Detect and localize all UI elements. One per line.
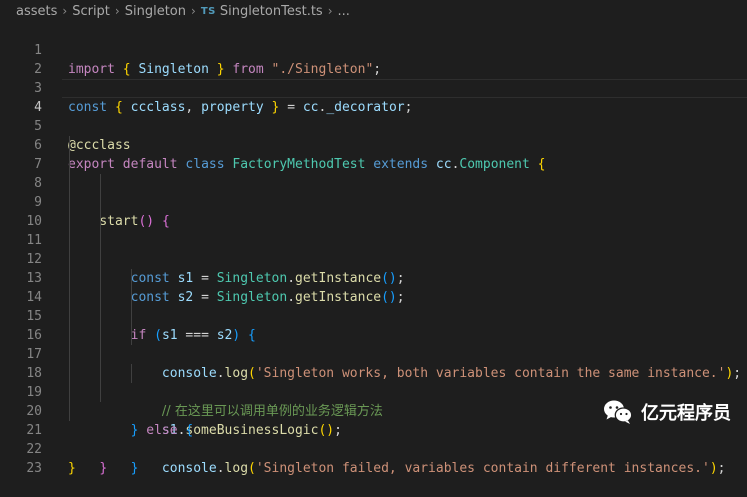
code-line[interactable]: 10 const s1 = Singleton.getInstance(); xyxy=(0,193,747,286)
code-text: console.log('Singleton failed, variables… xyxy=(161,461,726,476)
indent-guide xyxy=(100,212,101,231)
indent-guide xyxy=(69,212,70,231)
indent-guide xyxy=(100,307,101,326)
code-line[interactable]: 16 // 在这里可以调用单例的业务逻辑方法 xyxy=(0,307,747,419)
code-line[interactable]: 18 } else { xyxy=(0,345,747,438)
indent-guide xyxy=(131,307,132,326)
indent-guide xyxy=(69,364,70,383)
wechat-icon xyxy=(604,400,633,424)
indent-guide xyxy=(100,326,101,345)
breadcrumb-item-script[interactable]: Script xyxy=(72,4,110,19)
chevron-right-icon: › xyxy=(62,4,68,18)
code-line-current[interactable]: 4 xyxy=(0,79,747,115)
indent-guide xyxy=(69,155,70,174)
code-text: } xyxy=(68,461,76,476)
code-editor[interactable]: 1 import { Singleton } from "./Singleton… xyxy=(0,22,747,476)
breadcrumb-item-singleton[interactable]: Singleton xyxy=(125,4,186,19)
code-line[interactable]: 19 console.log('Singleton failed, variab… xyxy=(0,364,747,476)
chevron-right-icon: › xyxy=(327,4,333,18)
code-line[interactable]: 17 s1.someBusinessLogic(); xyxy=(0,326,747,438)
code-line[interactable]: 9 xyxy=(0,174,747,210)
indent-guide xyxy=(69,345,70,364)
code-line[interactable]: 6 export default class FactoryMethodTest… xyxy=(0,117,747,172)
indent-guide xyxy=(69,231,70,250)
watermark: 亿元程序员 xyxy=(603,399,731,425)
chevron-right-icon: › xyxy=(114,4,120,18)
indent-guide xyxy=(69,383,70,402)
breadcrumb-item-assets[interactable]: assets xyxy=(16,4,57,19)
indent-guide xyxy=(131,288,132,307)
indent-guide xyxy=(69,250,70,269)
code-line[interactable]: 8 start() { xyxy=(0,155,747,229)
code-line[interactable]: 1 import { Singleton } from "./Singleton… xyxy=(0,22,747,77)
indent-guide xyxy=(100,345,101,364)
code-line[interactable]: 3 const { ccclass, property } = cc._deco… xyxy=(0,60,747,115)
code-line[interactable]: 11 const s2 = Singleton.getInstance(); xyxy=(0,212,747,305)
watermark-text: 亿元程序员 xyxy=(641,403,731,424)
indent-guide xyxy=(69,193,70,212)
indent-guide xyxy=(100,364,101,383)
typescript-file-icon: TS xyxy=(200,5,216,17)
indent-guide xyxy=(69,174,70,193)
indent-guide xyxy=(69,288,70,307)
indent-guide xyxy=(100,269,101,288)
chevron-right-icon: › xyxy=(191,4,196,18)
indent-guide xyxy=(100,250,101,269)
code-line[interactable]: 14 console.log('Singleton works, both va… xyxy=(0,269,747,381)
indent-guide xyxy=(131,326,132,345)
indent-guide xyxy=(69,136,70,155)
indent-guide xyxy=(69,402,70,421)
code-line[interactable]: 5 @ccclass xyxy=(0,98,747,153)
indent-guide xyxy=(100,383,101,402)
indent-guide xyxy=(100,193,101,212)
indent-guide xyxy=(100,288,101,307)
code-line[interactable]: 2 xyxy=(0,41,747,77)
indent-guide xyxy=(131,364,132,383)
indent-guide xyxy=(131,269,132,288)
indent-guide xyxy=(69,307,70,326)
breadcrumb-more[interactable]: ... xyxy=(338,4,350,19)
code-line[interactable]: 7 xyxy=(0,136,747,172)
code-line[interactable]: 15 xyxy=(0,288,747,324)
breadcrumb-item-file[interactable]: SingletonTest.ts xyxy=(220,4,323,19)
line-number: 23 xyxy=(26,461,42,476)
breadcrumb: assets › Script › Singleton › TS Singlet… xyxy=(0,0,747,22)
indent-guide xyxy=(69,269,70,288)
indent-guide xyxy=(100,174,101,193)
code-line[interactable]: 23 xyxy=(0,440,747,476)
code-line[interactable]: 12 xyxy=(0,231,747,267)
indent-guide xyxy=(69,326,70,345)
indent-guide xyxy=(100,231,101,250)
code-line[interactable]: 13 if (s1 === s2) { xyxy=(0,250,747,343)
